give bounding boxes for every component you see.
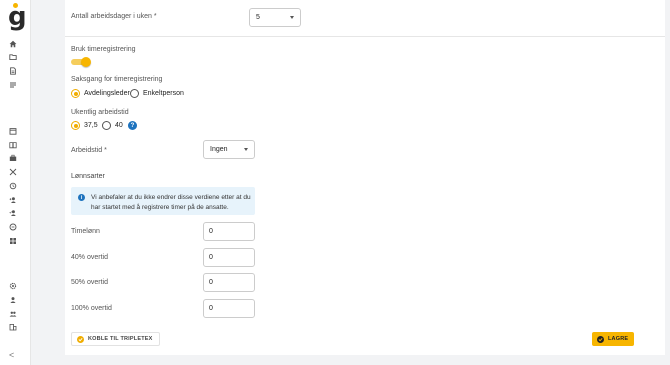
person-icon[interactable]: [9, 296, 17, 304]
connect-tripletex-label: KOBLE TIL TRIPLETEX: [88, 336, 153, 342]
info-icon: i: [78, 194, 85, 201]
workflow-option-label: Enkeltperson: [143, 90, 184, 97]
group-icon[interactable]: [9, 310, 17, 318]
radio-unselected[interactable]: [102, 121, 111, 130]
workflow-option-label: Avdelingsleder: [84, 90, 130, 97]
worktime-value: Ingen: [210, 146, 228, 153]
settings-icon[interactable]: [9, 282, 17, 290]
app-logo[interactable]: g: [8, 3, 27, 30]
radio-selected[interactable]: [71, 121, 80, 130]
briefcase-icon[interactable]: [9, 154, 17, 162]
wage-label-overtime-50: 50% overtid: [71, 279, 108, 286]
workflow-label: Saksgang for timeregistrering: [71, 76, 163, 83]
workflow-option-department-lead[interactable]: Avdelingsleder: [71, 89, 130, 98]
book-icon[interactable]: [9, 141, 17, 149]
list-icon[interactable]: [9, 81, 17, 89]
info-alert: i Vi anbefaler at du ikke endrer disse v…: [71, 187, 255, 215]
help-icon[interactable]: ?: [128, 121, 137, 130]
tools-icon[interactable]: [9, 168, 17, 176]
time-tracking-toggle[interactable]: [71, 57, 91, 67]
save-button[interactable]: LAGRE: [592, 332, 635, 346]
wage-label-overtime-100: 100% overtid: [71, 305, 112, 312]
company-icon[interactable]: [9, 323, 17, 331]
user-check-icon[interactable]: [9, 209, 17, 217]
history-icon[interactable]: [9, 182, 17, 190]
collapse-sidebar-button[interactable]: <: [9, 351, 14, 360]
time-tracking-label: Bruk timeregistrering: [71, 46, 136, 53]
workdays-label: Antall arbeidsdager i uken *: [71, 13, 157, 20]
hourly-wage-input[interactable]: [203, 222, 255, 241]
chevron-down-icon: [244, 148, 248, 151]
worktime-label: Arbeidstid *: [71, 147, 107, 154]
workflow-option-individual[interactable]: Enkeltperson: [130, 89, 184, 98]
connect-tripletex-button[interactable]: KOBLE TIL TRIPLETEX: [71, 332, 160, 346]
wage-types-title: Lønnsarter: [71, 173, 105, 180]
grid-icon[interactable]: [9, 237, 17, 245]
weekly-hours-label: Ukentlig arbeidstid: [71, 109, 129, 116]
wage-label-overtime-40: 40% overtid: [71, 254, 108, 261]
weekly-hours-option-label: 37,5: [84, 122, 98, 129]
overtime-50-input[interactable]: [203, 273, 255, 292]
settings-card: Antall arbeidsdager i uken * 5 Bruk time…: [65, 0, 665, 355]
calendar-icon[interactable]: [9, 127, 17, 135]
overtime-40-input[interactable]: [203, 248, 255, 267]
radio-unselected[interactable]: [130, 89, 139, 98]
radio-selected[interactable]: [71, 89, 80, 98]
workdays-select[interactable]: 5: [249, 8, 301, 27]
wage-label-hourly: Timelønn: [71, 228, 100, 235]
archive-icon[interactable]: [9, 223, 17, 231]
toggle-thumb: [81, 57, 91, 67]
info-text: Vi anbefaler at du ikke endrer disse ver…: [91, 194, 251, 211]
weekly-hours-option-label: 40: [115, 122, 123, 129]
user-add-icon[interactable]: [9, 196, 17, 204]
overtime-100-input[interactable]: [203, 299, 255, 318]
folder-icon[interactable]: [9, 53, 17, 61]
home-icon[interactable]: [9, 40, 17, 48]
check-circle-icon: [597, 335, 604, 343]
sidebar: g <: [0, 0, 31, 365]
section-divider: [65, 36, 665, 37]
chevron-down-icon: [290, 16, 294, 19]
worktime-select[interactable]: Ingen: [203, 140, 255, 159]
weekly-hours-option-40[interactable]: 40: [102, 121, 123, 130]
workdays-value: 5: [256, 14, 260, 21]
weekly-hours-option-37-5[interactable]: 37,5: [71, 121, 98, 130]
check-circle-icon: [77, 335, 84, 343]
save-label: LAGRE: [608, 336, 629, 342]
document-icon[interactable]: [9, 67, 17, 75]
